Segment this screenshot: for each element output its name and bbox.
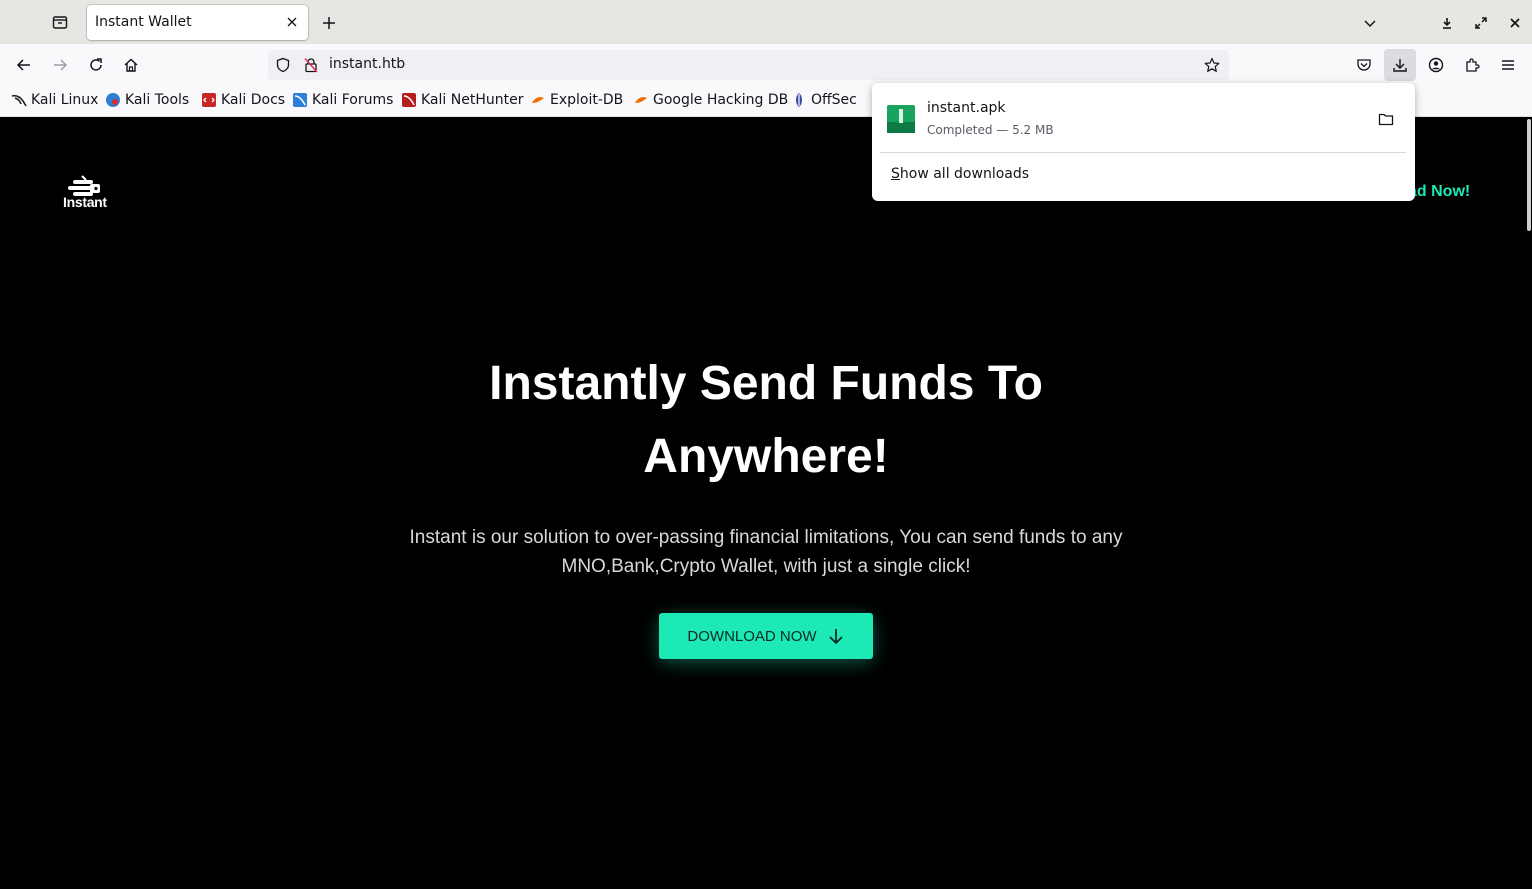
account-icon[interactable] (1423, 53, 1449, 77)
kali-dragon-icon (11, 94, 27, 107)
downloads-panel: instant.apk Completed — 5.2 MB Show all … (872, 83, 1415, 201)
new-tab-icon[interactable] (318, 12, 340, 34)
bookmark-offsec[interactable]: OffSec (791, 92, 857, 108)
arrow-down-icon (828, 629, 843, 645)
download-file-name: instant.apk (927, 100, 1006, 116)
tracking-protection-shield-icon[interactable] (275, 57, 291, 73)
logo-text: Instant (63, 194, 107, 210)
url-text: instant.htb (329, 56, 406, 72)
show-all-downloads-button[interactable]: Show all downloads (891, 166, 1029, 182)
forward-icon[interactable] (47, 53, 73, 77)
kali-nethunter-icon (402, 93, 416, 107)
bookmark-star-icon[interactable] (1204, 57, 1220, 73)
bookmark-kali-nethunter[interactable]: Kali NetHunter (401, 92, 523, 108)
tab-title: Instant Wallet (95, 14, 192, 30)
download-now-button[interactable]: DOWNLOAD NOW (659, 613, 873, 659)
ghdb-icon (635, 97, 647, 103)
pocket-icon[interactable] (1351, 53, 1377, 77)
insecure-lock-icon[interactable] (303, 57, 319, 73)
tab-overview-icon[interactable] (46, 10, 74, 34)
downloads-button[interactable] (1384, 49, 1416, 81)
home-icon[interactable] (118, 53, 144, 77)
list-all-tabs-icon[interactable] (1359, 12, 1381, 34)
tab-strip: Instant Wallet (0, 0, 1532, 44)
exploit-db-icon (532, 97, 544, 103)
maximize-icon[interactable] (1470, 12, 1492, 34)
reload-icon[interactable] (83, 53, 109, 77)
download-item[interactable]: instant.apk Completed — 5.2 MB (872, 83, 1415, 153)
kali-forums-icon (293, 93, 307, 107)
web-page: Instant ad Now! Instantly Send Funds To … (0, 117, 1532, 889)
offsec-icon (796, 93, 802, 107)
page-scrollbar[interactable] (1526, 117, 1532, 889)
bookmark-kali-linux[interactable]: Kali Linux (11, 92, 98, 108)
download-now-label: DOWNLOAD NOW (687, 627, 817, 645)
bookmark-kali-docs[interactable]: Kali Docs (201, 92, 285, 108)
tab-instant-wallet[interactable]: Instant Wallet (87, 5, 308, 40)
bookmark-kali-tools[interactable]: Kali Tools (105, 92, 189, 108)
download-arrow-icon (1393, 59, 1407, 72)
hero-subtitle: Instant is our solution to over-passing … (409, 527, 1123, 577)
extensions-puzzle-icon[interactable] (1459, 53, 1485, 77)
nav-download-link[interactable]: ad Now! (1408, 183, 1470, 201)
navigation-toolbar: instant.htb (0, 44, 1532, 86)
bookmark-kali-forums[interactable]: Kali Forums (292, 92, 393, 108)
apk-file-icon (887, 105, 915, 133)
bookmark-google-hacking-db[interactable]: Google Hacking DB (633, 92, 788, 108)
minimize-icon[interactable] (1436, 12, 1458, 34)
scrollbar-thumb[interactable] (1527, 119, 1531, 231)
download-status: Completed — 5.2 MB (927, 123, 1054, 137)
close-tab-icon[interactable] (284, 14, 300, 30)
hero-title: Instantly Send Funds To Anywhere! (489, 357, 1043, 483)
open-folder-icon[interactable] (1377, 110, 1395, 128)
bookmark-exploit-db[interactable]: Exploit-DB (530, 92, 623, 108)
panel-divider (880, 152, 1406, 153)
back-icon[interactable] (11, 53, 37, 77)
address-bar[interactable]: instant.htb (268, 50, 1229, 80)
kali-docs-icon (202, 93, 216, 107)
kali-tools-icon (106, 93, 120, 107)
close-window-icon[interactable] (1504, 12, 1526, 34)
hamburger-menu-icon[interactable] (1495, 53, 1521, 77)
